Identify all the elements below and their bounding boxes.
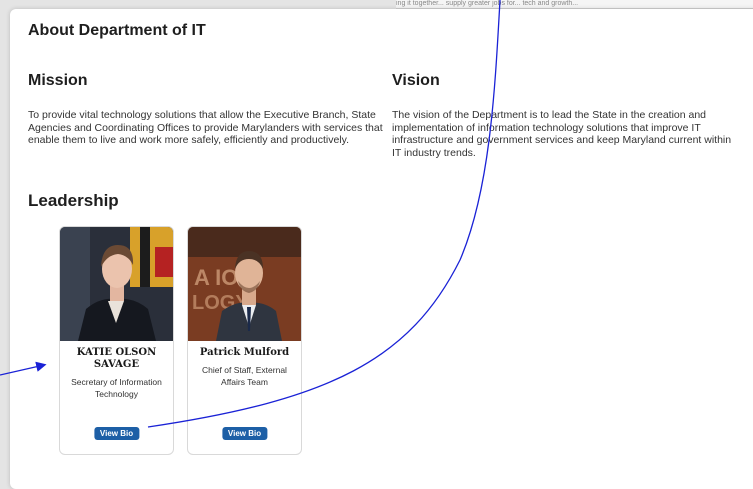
vision-text: The vision of the Department is to lead …: [392, 109, 732, 159]
leader-title: Secretary of Information Technology: [71, 377, 162, 399]
view-bio-button-savage[interactable]: View Bio: [93, 427, 140, 440]
view-bio-button-mulford[interactable]: View Bio: [221, 427, 268, 440]
leader-name: KATIE OLSON SAVAGE: [76, 347, 157, 370]
leader-title: Chief of Staff, External Affairs Team: [202, 365, 287, 387]
mission-text: To provide vital technology solutions th…: [28, 109, 383, 146]
leader-card-savage: KATIE OLSON SAVAGE Secretary of Informat…: [59, 226, 174, 455]
leader-photo: A IO LOGY: [188, 227, 301, 341]
svg-text:A IO: A IO: [194, 265, 238, 290]
leadership-heading: Leadership: [28, 191, 119, 210]
leader-name: Patrick Mulford: [199, 347, 290, 358]
vision-heading: Vision: [392, 72, 440, 89]
mission-heading: Mission: [28, 72, 88, 89]
page-title: About Department of IT: [28, 22, 206, 39]
top-strip-text: ing it together... supply greater jobs f…: [396, 0, 579, 7]
top-strip: ing it together... supply greater jobs f…: [396, 0, 753, 9]
leader-photo: [60, 227, 173, 341]
leader-card-mulford: A IO LOGY Patrick Mulford Chief of Staff…: [187, 226, 302, 455]
